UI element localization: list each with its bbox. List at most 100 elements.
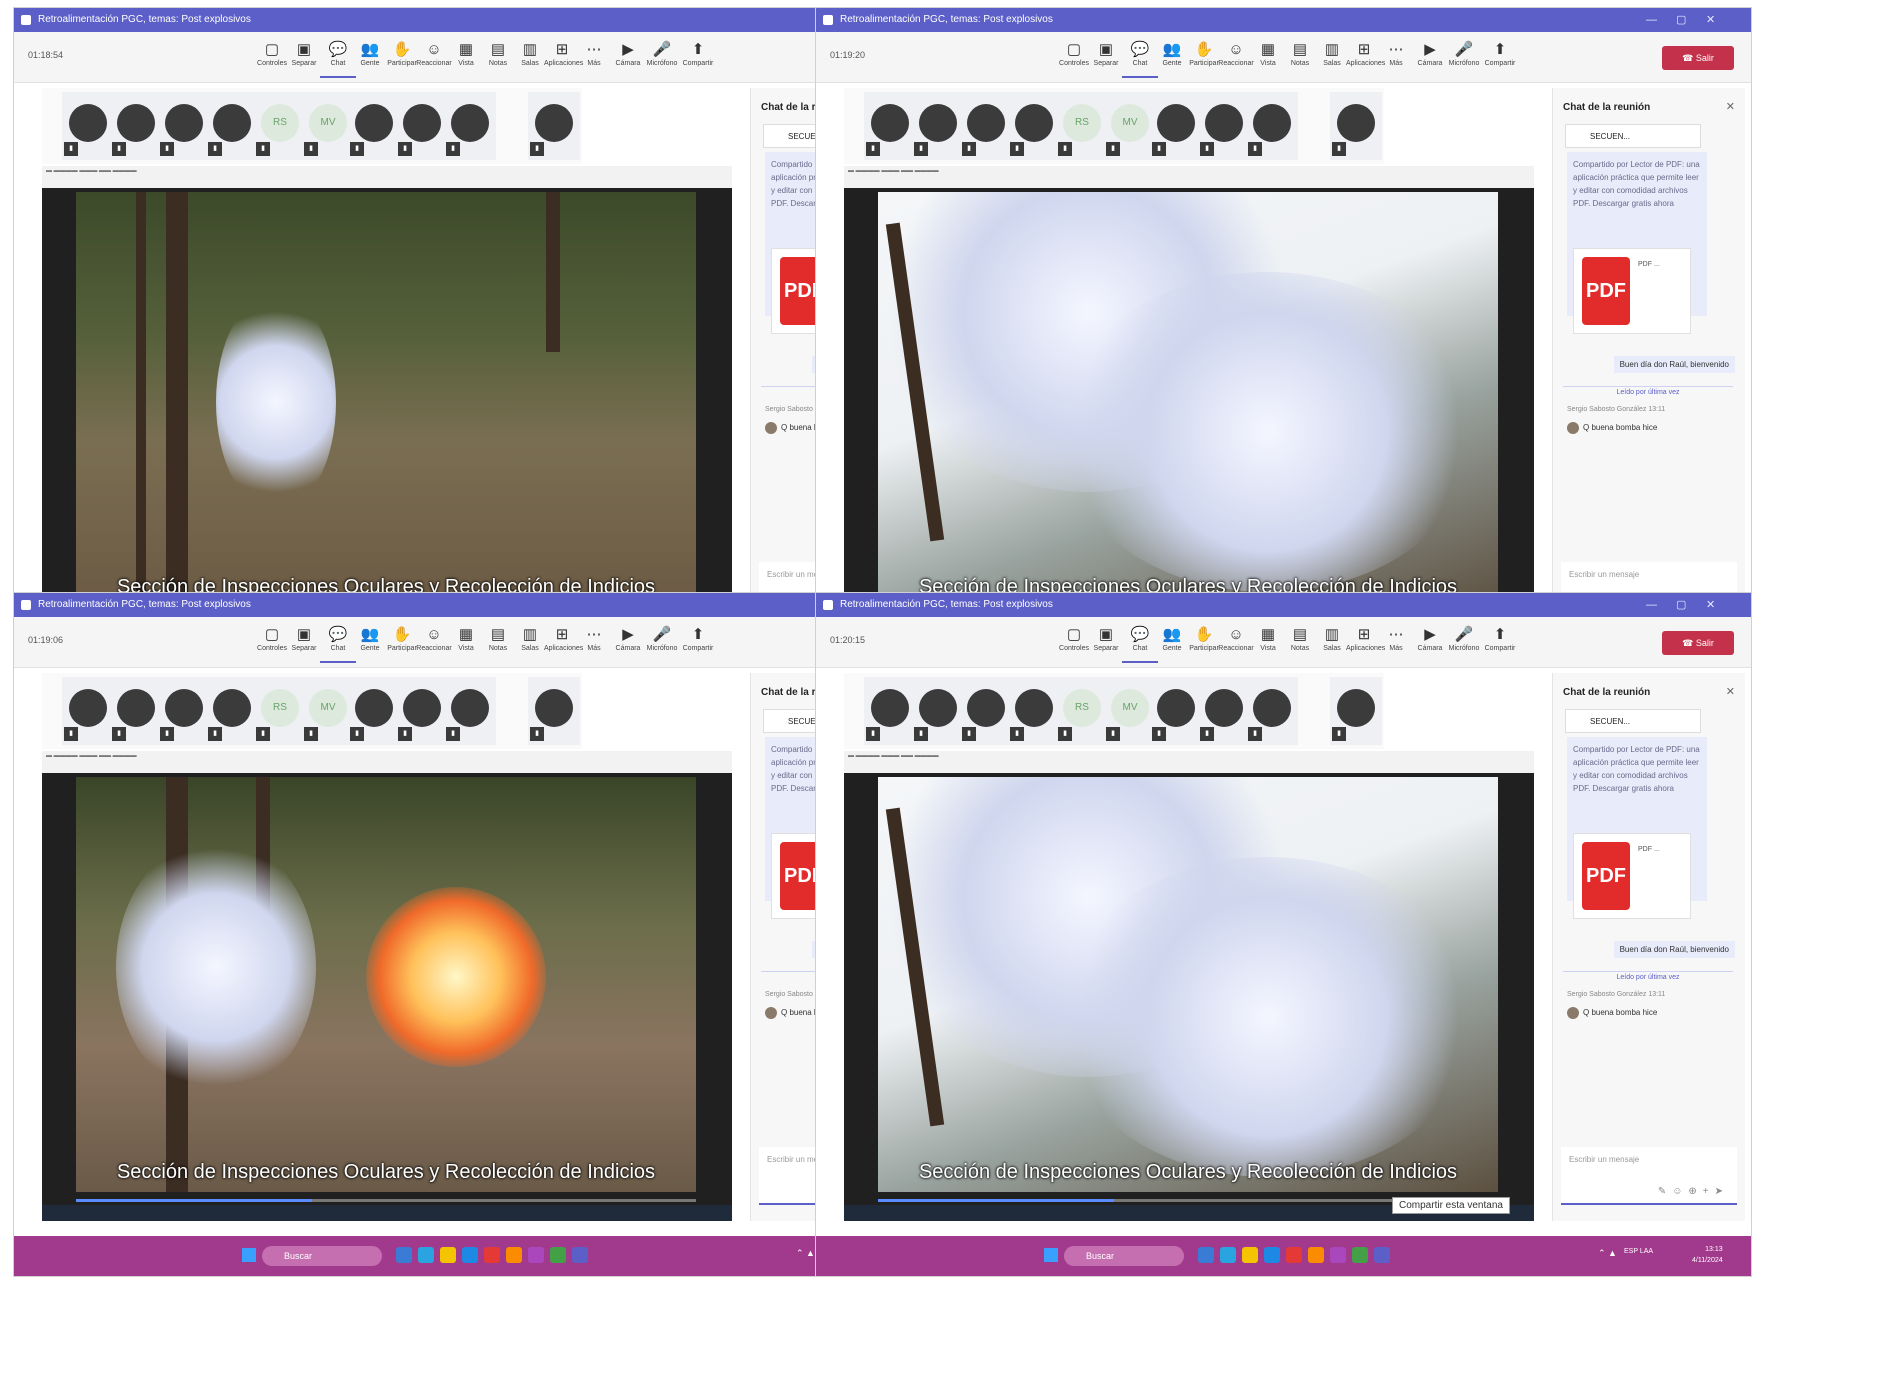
toolbar-button-7[interactable]: ▤ Notas (1282, 625, 1318, 661)
windows-start-icon[interactable] (242, 1248, 256, 1262)
attachment-file[interactable]: SECUEN... (1565, 124, 1701, 148)
minimize-icon[interactable]: — (1646, 8, 1657, 32)
taskbar-app-icon[interactable] (1308, 1247, 1324, 1263)
toolbar-button-8[interactable]: ▥ Salas (512, 625, 548, 661)
pdf-card[interactable]: PDF PDF ... (1573, 248, 1691, 334)
minimize-icon[interactable]: — (1646, 593, 1657, 617)
taskbar-app-icon[interactable] (1264, 1247, 1280, 1263)
toolbar-button-13[interactable]: ⬆ Compartir (680, 40, 716, 76)
toolbar-button-13[interactable]: ⬆ Compartir (1482, 40, 1518, 76)
toolbar-button-6[interactable]: ▦ Vista (448, 625, 484, 661)
toolbar-button-9[interactable]: ⊞ Aplicaciones (1346, 625, 1385, 661)
toolbar-button-5[interactable]: ☺ Reaccionar (416, 40, 452, 76)
toolbar-button-3[interactable]: 👥 Gente (352, 625, 388, 661)
taskbar-app-icon[interactable] (1220, 1247, 1236, 1263)
taskbar-search[interactable]: Buscar (262, 1246, 382, 1266)
windows-start-icon[interactable] (1044, 1248, 1058, 1262)
toolbar-button-2[interactable]: 💬 Chat (1122, 40, 1158, 78)
toolbar-button-12[interactable]: 🎤 Micrófono (1446, 625, 1482, 661)
toolbar-button-0[interactable]: ▢ Controles (254, 40, 290, 76)
toolbar-button-4[interactable]: ✋ Participar (384, 40, 420, 76)
toolbar-button-5[interactable]: ☺ Reaccionar (1218, 625, 1254, 661)
toolbar-button-2[interactable]: 💬 Chat (320, 40, 356, 78)
compose-box[interactable]: Escribir un mensaje ✎☺⊕+➤ (1561, 1147, 1737, 1205)
taskbar-app-icon[interactable] (462, 1247, 478, 1263)
toolbar-button-9[interactable]: ⊞ Aplicaciones (544, 40, 583, 76)
taskbar-app-icon[interactable] (572, 1247, 588, 1263)
toolbar-button-3[interactable]: 👥 Gente (1154, 625, 1190, 661)
taskbar-app-icon[interactable] (506, 1247, 522, 1263)
taskbar-app-icon[interactable] (550, 1247, 566, 1263)
taskbar-app-icon[interactable] (1330, 1247, 1346, 1263)
toolbar-button-3[interactable]: 👥 Gente (1154, 40, 1190, 76)
toolbar-button-7[interactable]: ▤ Notas (480, 40, 516, 76)
toolbar-button-7[interactable]: ▤ Notas (1282, 40, 1318, 76)
toolbar-button-10[interactable]: ⋯ Más (1378, 40, 1414, 76)
toolbar-button-0[interactable]: ▢ Controles (1056, 40, 1092, 76)
toolbar-button-3[interactable]: 👥 Gente (352, 40, 388, 76)
toolbar-button-1[interactable]: ▣ Separar (286, 40, 322, 76)
attachment-file[interactable]: SECUEN... (1565, 709, 1701, 733)
taskbar-app-icon[interactable] (440, 1247, 456, 1263)
toolbar-button-0[interactable]: ▢ Controles (254, 625, 290, 661)
toolbar-button-13[interactable]: ⬆ Compartir (1482, 625, 1518, 661)
toolbar-button-10[interactable]: ⋯ Más (576, 40, 612, 76)
taskbar-app-icon[interactable] (1242, 1247, 1258, 1263)
maximize-icon[interactable]: ▢ (1676, 593, 1686, 617)
leave-button[interactable]: ☎ Salir (1662, 46, 1734, 70)
pdf-card[interactable]: PDF PDF ... (1573, 833, 1691, 919)
chat-close-icon[interactable]: ✕ (1726, 100, 1735, 113)
toolbar-button-12[interactable]: 🎤 Micrófono (1446, 40, 1482, 76)
chat-close-icon[interactable]: ✕ (1726, 685, 1735, 698)
toolbar-button-10[interactable]: ⋯ Más (1378, 625, 1414, 661)
toolbar-button-11[interactable]: ▶ Cámara (1412, 40, 1448, 76)
toolbar-button-10[interactable]: ⋯ Más (576, 625, 612, 661)
video-progress-bar[interactable] (76, 1199, 696, 1202)
close-icon[interactable]: ✕ (1706, 593, 1715, 617)
toolbar-button-6[interactable]: ▦ Vista (448, 40, 484, 76)
toolbar-button-6[interactable]: ▦ Vista (1250, 625, 1286, 661)
toolbar-button-2[interactable]: 💬 Chat (1122, 625, 1158, 663)
toolbar-button-7[interactable]: ▤ Notas (480, 625, 516, 661)
taskbar-app-icon[interactable] (1286, 1247, 1302, 1263)
toolbar-button-8[interactable]: ▥ Salas (1314, 40, 1350, 76)
toolbar-button-9[interactable]: ⊞ Aplicaciones (544, 625, 583, 661)
language-indicator[interactable]: ESP LAA (1624, 1247, 1653, 1256)
taskbar-app-icon[interactable] (418, 1247, 434, 1263)
toolbar-button-1[interactable]: ▣ Separar (1088, 625, 1124, 661)
toolbar-button-1[interactable]: ▣ Separar (1088, 40, 1124, 76)
toolbar-button-11[interactable]: ▶ Cámara (610, 40, 646, 76)
toolbar-button-11[interactable]: ▶ Cámara (610, 625, 646, 661)
toolbar-button-9[interactable]: ⊞ Aplicaciones (1346, 40, 1385, 76)
toolbar-button-6[interactable]: ▦ Vista (1250, 40, 1286, 76)
taskbar-app-icon[interactable] (528, 1247, 544, 1263)
taskbar-app-icon[interactable] (1374, 1247, 1390, 1263)
toolbar-button-4[interactable]: ✋ Participar (1186, 625, 1222, 661)
toolbar-button-1[interactable]: ▣ Separar (286, 625, 322, 661)
taskbar-app-icon[interactable] (1352, 1247, 1368, 1263)
toolbar-button-8[interactable]: ▥ Salas (512, 40, 548, 76)
taskbar-search[interactable]: Buscar (1064, 1246, 1184, 1266)
toolbar-button-4[interactable]: ✋ Participar (1186, 40, 1222, 76)
toolbar-button-8[interactable]: ▥ Salas (1314, 625, 1350, 661)
maximize-icon[interactable]: ▢ (1676, 8, 1686, 32)
tray-icons[interactable]: ⌃ ▲ (1598, 1248, 1617, 1259)
close-icon[interactable]: ✕ (1706, 8, 1715, 32)
toolbar-button-4[interactable]: ✋ Participar (384, 625, 420, 661)
taskbar-app-icon[interactable] (396, 1247, 412, 1263)
toolbar-button-2[interactable]: 💬 Chat (320, 625, 356, 663)
chat-title: Chat de la reunión (1563, 102, 1651, 113)
tray-icons[interactable]: ⌃ ▲ (796, 1248, 815, 1259)
toolbar-button-0[interactable]: ▢ Controles (1056, 625, 1092, 661)
leave-button[interactable]: ☎ Salir (1662, 631, 1734, 655)
toolbar-button-5[interactable]: ☺ Reaccionar (416, 625, 452, 661)
toolbar-button-13[interactable]: ⬆ Compartir (680, 625, 716, 661)
taskbar-app-icon[interactable] (484, 1247, 500, 1263)
toolbar-button-12[interactable]: 🎤 Micrófono (644, 625, 680, 661)
toolbar-button-12[interactable]: 🎤 Micrófono (644, 40, 680, 76)
taskbar-app-icon[interactable] (1198, 1247, 1214, 1263)
toolbar-button-11[interactable]: ▶ Cámara (1412, 625, 1448, 661)
taskbar-clock[interactable]: 13:13 4/11/2024 (1692, 1244, 1723, 1266)
compose-actions-icon[interactable]: ✎☺⊕+➤ (1658, 1186, 1729, 1197)
toolbar-button-5[interactable]: ☺ Reaccionar (1218, 40, 1254, 76)
